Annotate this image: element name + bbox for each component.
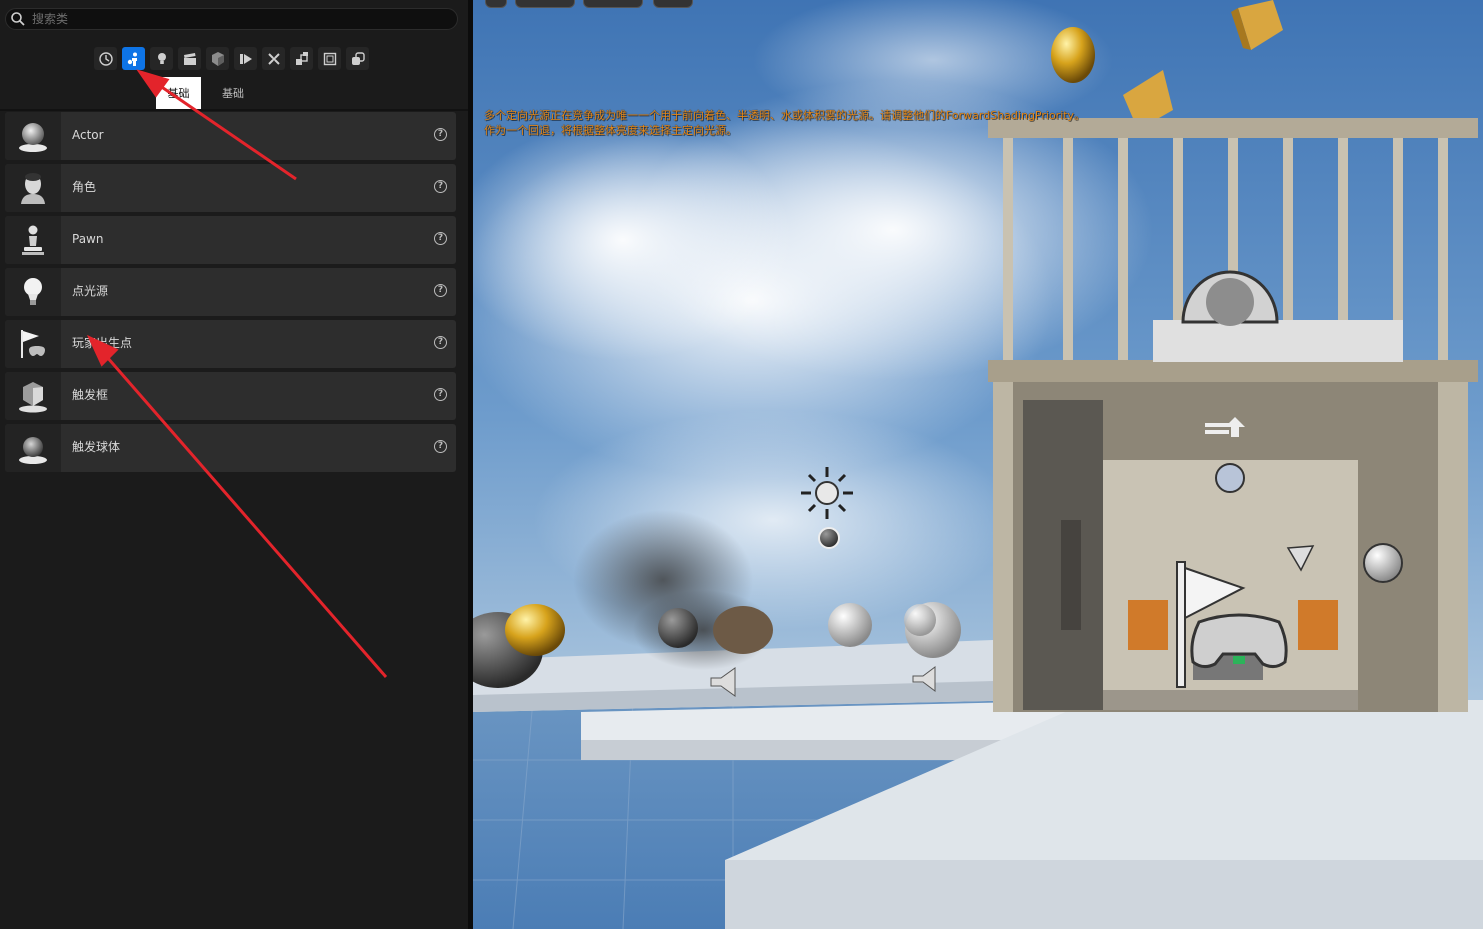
level-viewport[interactable]: 多个定向光源正在竞争成为唯一一个用于前向着色、半透明、水或体积雾的光源。请调整他…: [473, 0, 1483, 929]
help-icon[interactable]: ?: [434, 388, 447, 401]
help-icon[interactable]: ?: [434, 128, 447, 141]
warning-line-1: 多个定向光源正在竞争成为唯一一个用于前向着色、半透明、水或体积雾的光源。请调整他…: [484, 109, 1086, 122]
search-icon: [11, 12, 25, 26]
place-actors-panel: 基础 基础 Actor ? 角色: [0, 0, 468, 929]
item-label: 触发球体: [72, 440, 121, 454]
search-input[interactable]: [32, 10, 432, 28]
trigger-sphere-icon: [19, 437, 47, 464]
list-item-actor[interactable]: Actor ?: [5, 112, 456, 160]
list-item-trigger-box[interactable]: 触发框 ?: [5, 372, 456, 420]
actor-sphere-icon: [19, 123, 47, 152]
cinematic-clapper-icon[interactable]: [178, 47, 201, 70]
visual-effects-cube-icon[interactable]: [206, 47, 229, 70]
viewport-scene: [473, 0, 1483, 929]
category-tabs: [94, 47, 369, 71]
recent-clock-icon[interactable]: [94, 47, 117, 70]
item-label: Pawn: [72, 232, 104, 246]
list-item-character[interactable]: 角色 ?: [5, 164, 456, 212]
help-icon[interactable]: ?: [434, 284, 447, 297]
help-icon[interactable]: ?: [434, 232, 447, 245]
divider: [0, 109, 468, 111]
shapes-icon[interactable]: [318, 47, 341, 70]
item-label: 点光源: [72, 284, 109, 298]
pawn-icon: [22, 225, 44, 255]
player-start-flag-icon: [21, 330, 45, 358]
trigger-box-icon: [19, 382, 47, 413]
volumes-icon[interactable]: [262, 47, 285, 70]
item-label: 角色: [72, 180, 97, 194]
list-item-trigger-sphere[interactable]: 触发球体 ?: [5, 424, 456, 472]
placeable-icon[interactable]: [346, 47, 369, 70]
subtab-basic-active[interactable]: 基础: [156, 77, 201, 110]
subtab-basic[interactable]: 基础: [208, 77, 258, 110]
character-head-icon: [21, 173, 45, 204]
list-item-player-start[interactable]: 玩家出生点 ?: [5, 320, 456, 368]
geometry-icon[interactable]: [234, 47, 257, 70]
point-light-icon: [24, 278, 42, 305]
list-item-pawn[interactable]: Pawn ?: [5, 216, 456, 264]
list-item-point-light[interactable]: 点光源 ?: [5, 268, 456, 316]
warning-line-2: 作为一个回退，将根据整体亮度来选择主定向光源。: [484, 124, 737, 137]
viewport-warning: 多个定向光源正在竞争成为唯一一个用于前向着色、半透明、水或体积雾的光源。请调整他…: [484, 108, 1204, 138]
viewport-lit-button[interactable]: [583, 0, 643, 8]
help-icon[interactable]: ?: [434, 336, 447, 349]
help-icon[interactable]: ?: [434, 180, 447, 193]
help-icon[interactable]: ?: [434, 440, 447, 453]
basic-actor-icon[interactable]: [122, 47, 145, 70]
all-classes-icon[interactable]: [290, 47, 313, 70]
viewport-show-button[interactable]: [653, 0, 693, 8]
item-label: 玩家出生点: [72, 336, 133, 350]
search-box[interactable]: [5, 8, 458, 30]
light-bulb-icon[interactable]: [150, 47, 173, 70]
item-label: Actor: [72, 128, 104, 142]
viewport-perspective-button[interactable]: [515, 0, 575, 8]
viewport-menu-button[interactable]: [485, 0, 507, 8]
item-label: 触发框: [72, 388, 109, 402]
actor-list: Actor ? 角色 ? Pawn ? 点光源 ? 玩家出生点 ? 触发框 ? …: [5, 112, 456, 476]
